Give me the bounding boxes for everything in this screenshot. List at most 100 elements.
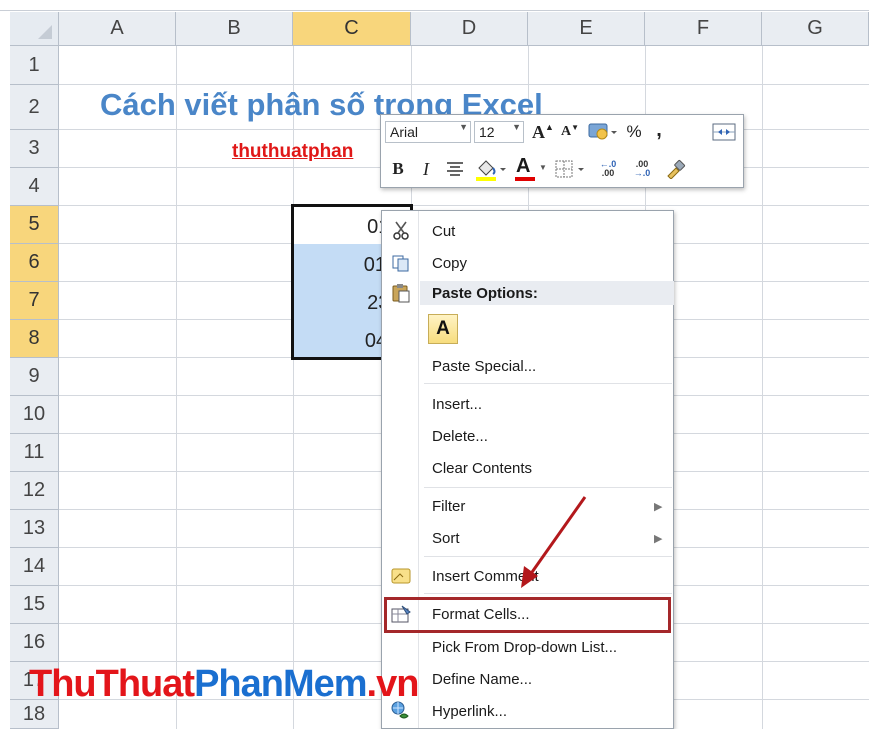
formula-bar-edge: [0, 0, 869, 11]
mini-toolbar: Arial▼ 12▼ A▲ A▼ % , B I A ▼ ←.0.00: [380, 114, 744, 188]
chevron-down-icon: ▼: [459, 122, 468, 132]
row-header-14[interactable]: 14: [10, 548, 59, 586]
accounting-format-icon: [588, 123, 617, 140]
chevron-down-icon: ▼: [512, 122, 521, 132]
font-color-swatch: [515, 177, 535, 181]
menu-item-copy[interactable]: Copy: [432, 252, 467, 274]
watermark-part-3: .vn: [366, 663, 420, 705]
shrink-font-icon: A: [560, 124, 572, 139]
grow-font-button[interactable]: A ▲: [531, 121, 555, 143]
menu-separator: [424, 383, 672, 384]
font-size-value: 12: [479, 124, 495, 140]
format-painter-icon: [667, 159, 686, 179]
row-header-9[interactable]: 9: [10, 358, 59, 396]
menu-separator: [424, 487, 672, 488]
row-header-13[interactable]: 13: [10, 510, 59, 548]
right-arrow-icon: →.0: [633, 168, 651, 178]
column-header-c[interactable]: C: [293, 12, 411, 46]
row-header-16[interactable]: 16: [10, 624, 59, 662]
increase-decimal-label: .00: [601, 168, 615, 178]
column-header-b[interactable]: B: [176, 12, 293, 46]
italic-button[interactable]: I: [415, 157, 437, 181]
up-caret-icon: ▲: [545, 122, 554, 132]
select-all-corner[interactable]: [10, 12, 59, 46]
row-header-5[interactable]: 5: [10, 206, 59, 244]
watermark-part-1: ThuThuat: [29, 663, 195, 705]
decrease-decimal-button[interactable]: .00 →.0: [627, 157, 657, 181]
paste-keep-formatting-button[interactable]: A: [428, 314, 458, 344]
menu-item-cut[interactable]: Cut: [432, 220, 455, 242]
center-align-button[interactable]: [443, 157, 467, 181]
font-name-value: Arial: [390, 124, 419, 140]
row-header-7[interactable]: 7: [10, 282, 59, 320]
menu-item-insert[interactable]: Insert...: [432, 393, 482, 415]
context-menu: Cut Copy Paste Options: A Paste Special.…: [381, 210, 674, 729]
merge-center-button[interactable]: [711, 121, 737, 143]
column-header-d[interactable]: D: [411, 12, 528, 46]
row-header-8[interactable]: 8: [10, 320, 59, 358]
decrease-decimal-label: .0: [642, 168, 651, 178]
gridline: [176, 46, 177, 729]
font-name-combo[interactable]: Arial ▼: [385, 121, 471, 143]
menu-item-filter[interactable]: Filter: [432, 495, 465, 517]
paint-bucket-icon: [476, 160, 506, 181]
menu-item-insert-comment[interactable]: Insert Comment: [432, 565, 539, 587]
fill-color-button[interactable]: [473, 155, 509, 183]
row-header-11[interactable]: 11: [10, 434, 59, 472]
gridline: [59, 205, 869, 206]
grow-font-icon: A: [532, 121, 546, 142]
comment-icon: [390, 565, 412, 587]
menu-item-pick-from-list[interactable]: Pick From Drop-down List...: [432, 636, 617, 658]
percent-style-button[interactable]: %: [623, 121, 645, 143]
menu-item-paste-special[interactable]: Paste Special...: [432, 355, 536, 377]
row-header-2[interactable]: 2: [10, 85, 59, 130]
row-header-4[interactable]: 4: [10, 168, 59, 206]
format-painter-button[interactable]: [663, 157, 689, 181]
borders-icon: [555, 160, 584, 178]
menu-item-define-name[interactable]: Define Name...: [432, 668, 532, 690]
bold-button[interactable]: B: [387, 157, 409, 181]
gridline: [762, 46, 763, 729]
menu-separator: [424, 593, 672, 594]
copy-icon: [390, 252, 412, 274]
font-size-combo[interactable]: 12 ▼: [474, 121, 524, 143]
menu-item-clear-contents[interactable]: Clear Contents: [432, 457, 532, 479]
column-header-g[interactable]: G: [762, 12, 869, 46]
column-header-f[interactable]: F: [645, 12, 762, 46]
borders-button[interactable]: [553, 157, 589, 181]
paste-icon: A: [436, 318, 450, 339]
down-caret-icon: ▼: [571, 122, 580, 132]
excel-window: A B C D E F G 1 2 3 4 5 6 7 8 9 10 11 12…: [0, 0, 869, 729]
accounting-format-button[interactable]: [585, 120, 619, 144]
gridline: [59, 84, 869, 85]
row-header-15[interactable]: 15: [10, 586, 59, 624]
menu-separator: [424, 556, 672, 557]
increase-decimal-button[interactable]: ←.0.00: [593, 157, 623, 181]
clipboard-icon: [390, 282, 412, 304]
column-header-a[interactable]: A: [59, 12, 176, 46]
menu-item-delete[interactable]: Delete...: [432, 425, 488, 447]
row-header-12[interactable]: 12: [10, 472, 59, 510]
comma-style-button[interactable]: ,: [649, 119, 669, 141]
scissors-icon: [390, 220, 412, 242]
watermark-logo: ThuThuatPhanMem.vn: [29, 663, 420, 706]
column-header-e[interactable]: E: [528, 12, 645, 46]
merge-center-icon: [712, 123, 736, 141]
watermark-part-2: PhanMem: [194, 663, 367, 705]
menu-item-hyperlink[interactable]: Hyperlink...: [432, 700, 507, 722]
menu-item-sort[interactable]: Sort: [432, 527, 460, 549]
font-color-icon: A: [516, 155, 531, 177]
submenu-arrow-icon: ▶: [654, 501, 663, 513]
paste-options-label: Paste Options:: [432, 284, 538, 302]
submenu-arrow-icon: ▶: [654, 533, 663, 545]
font-color-button[interactable]: A ▼: [513, 155, 549, 183]
row-header-1[interactable]: 1: [10, 46, 59, 85]
chevron-down-icon: ▼: [539, 163, 547, 172]
format-cells-highlight-box: [384, 597, 671, 633]
shrink-font-button[interactable]: A ▼: [559, 121, 581, 143]
row-header-10[interactable]: 10: [10, 396, 59, 434]
row-header-3[interactable]: 3: [10, 130, 59, 168]
center-align-icon: [447, 162, 463, 176]
sheet-subtitle-cell[interactable]: thuthuatphan: [232, 141, 353, 163]
row-header-6[interactable]: 6: [10, 244, 59, 282]
